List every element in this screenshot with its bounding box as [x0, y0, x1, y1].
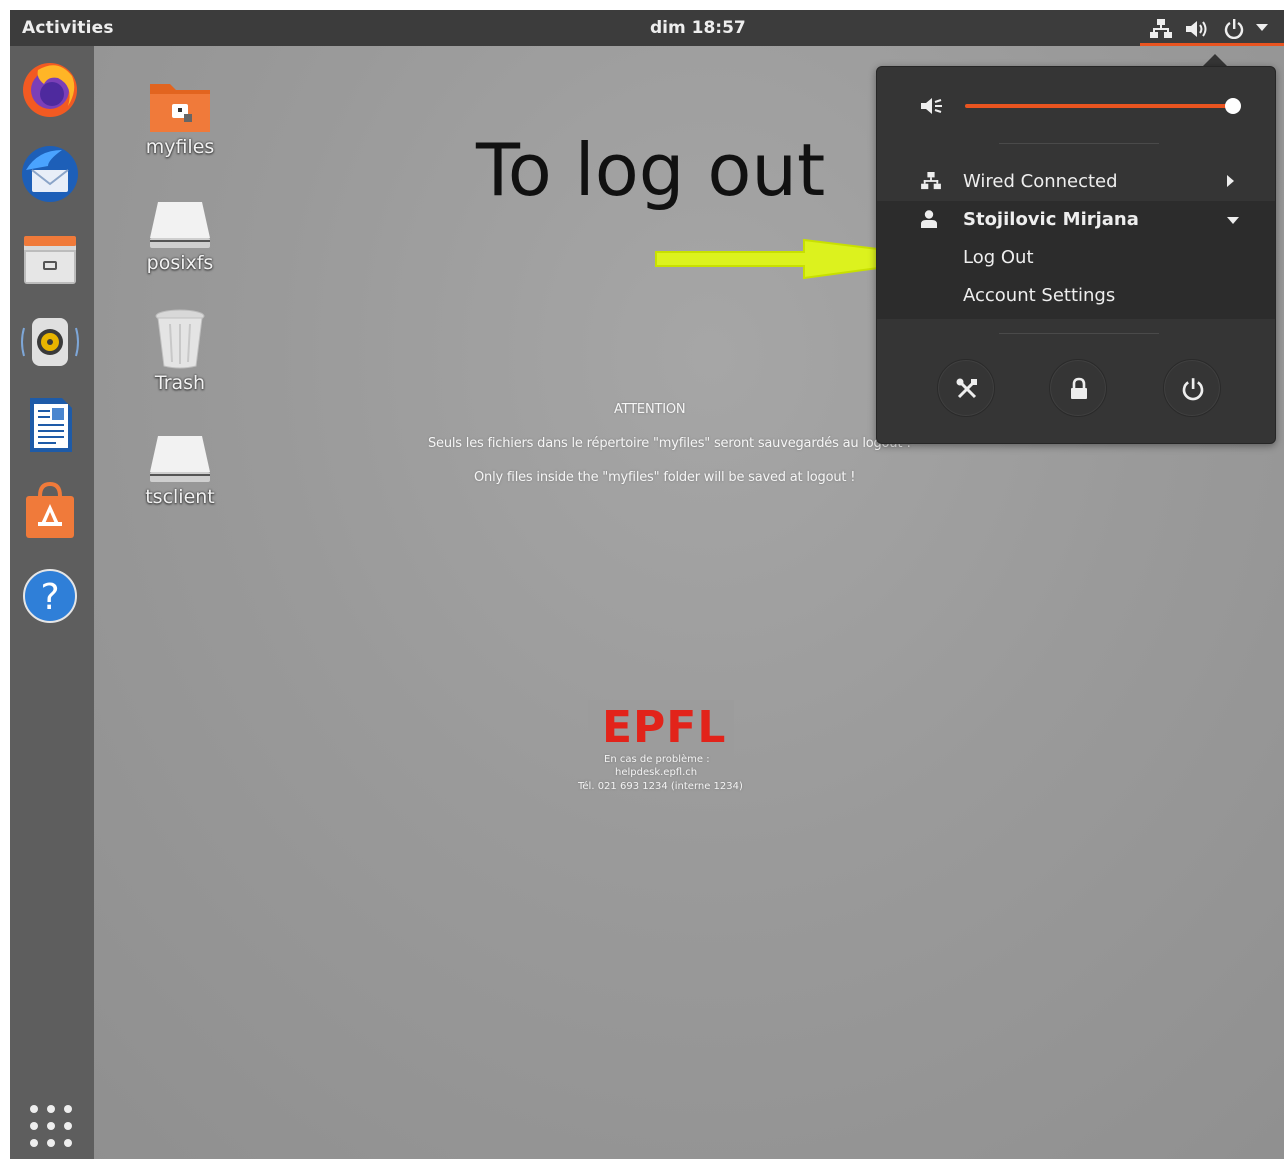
menu-item-logout[interactable]: Log Out [877, 239, 1275, 277]
desktop-icon-tsclient[interactable]: tsclient [120, 434, 240, 508]
apps-grid-icon[interactable] [26, 1101, 76, 1151]
desktop-icon-label: tsclient [145, 486, 215, 508]
network-icon [1150, 19, 1172, 38]
user-icon [921, 210, 937, 228]
dropdown-arrow-icon [1256, 24, 1268, 31]
epfl-help-line: En cas de problème : [604, 754, 710, 765]
menu-item-user[interactable]: Stojilovic Mirjana [877, 201, 1275, 239]
power-off-button[interactable] [1163, 359, 1221, 417]
firefox-icon [23, 63, 77, 117]
separator [999, 333, 1159, 334]
chevron-down-icon [1227, 217, 1239, 224]
thunderbird-icon [22, 146, 78, 202]
help-launcher[interactable]: ? [18, 562, 82, 626]
desktop-icon-myfiles[interactable]: myfiles [120, 80, 240, 158]
menu-item-label: Stojilovic Mirjana [963, 209, 1139, 230]
rhythmbox-icon [21, 318, 79, 366]
desktop-icon-label: myfiles [145, 136, 215, 158]
separator [999, 143, 1159, 144]
software-store-icon [26, 481, 74, 538]
menu-item-label: Wired Connected [963, 171, 1118, 192]
volume-slider-handle[interactable] [1225, 98, 1241, 114]
libreoffice-writer-launcher[interactable] [18, 392, 82, 456]
drive-icon [150, 436, 210, 482]
menu-item-label: Account Settings [963, 285, 1116, 306]
network-icon [921, 172, 941, 190]
volume-slider[interactable] [965, 104, 1235, 108]
desktop-icon-trash[interactable]: Trash [120, 308, 240, 394]
help-icon: ? [23, 569, 77, 623]
attention-english: Only files inside the "myfiles" folder w… [474, 470, 856, 485]
chevron-right-icon [1227, 175, 1234, 187]
dock: ? [10, 46, 94, 1159]
desktop-icon-label: Trash [154, 372, 206, 394]
thunderbird-launcher[interactable] [18, 140, 82, 204]
ubuntu-software-launcher[interactable] [18, 478, 82, 542]
epfl-phone: Tél. 021 693 1234 (interne 1234) [578, 781, 743, 792]
system-menu: Wired Connected Stojilovic Mirjana Log O… [876, 66, 1276, 444]
top-bar: Activities dim 18:57 [10, 10, 1284, 46]
epfl-logo: EPFL [602, 702, 727, 753]
rhythmbox-launcher[interactable] [18, 308, 82, 372]
folder-icon [150, 84, 210, 132]
menu-item-label: Log Out [963, 247, 1034, 268]
writer-icon [30, 398, 72, 452]
desktop-icon-label: posixfs [146, 252, 214, 274]
annotation-title: To log out [476, 128, 826, 212]
clock[interactable]: dim 18:57 [650, 18, 746, 38]
settings-button[interactable] [937, 359, 995, 417]
volume-icon [1186, 21, 1207, 37]
settings-icon [956, 378, 977, 399]
desktop-screen: Activities dim 18:57 ? myfiles posixfs T… [10, 10, 1284, 1159]
files-launcher[interactable] [18, 226, 82, 290]
files-icon [24, 236, 76, 284]
firefox-launcher[interactable] [18, 56, 82, 120]
menu-item-wired[interactable]: Wired Connected [877, 163, 1275, 201]
lock-button[interactable] [1049, 359, 1107, 417]
system-tray[interactable] [1140, 10, 1284, 46]
attention-title: ATTENTION [614, 402, 686, 417]
drive-icon [150, 202, 210, 248]
attention-french: Seuls les fichiers dans le répertoire "m… [428, 436, 912, 451]
epfl-helpdesk-url: helpdesk.epfl.ch [615, 767, 698, 778]
desktop-icon-posixfs[interactable]: posixfs [120, 200, 240, 274]
svg-text:?: ? [40, 577, 59, 618]
power-icon [1224, 19, 1244, 39]
menu-item-account-settings[interactable]: Account Settings [877, 277, 1275, 319]
volume-muted-icon [921, 98, 942, 114]
lock-icon [1071, 377, 1087, 399]
activities-button[interactable]: Activities [22, 18, 114, 38]
trash-icon [155, 309, 205, 369]
power-icon [1182, 378, 1204, 401]
